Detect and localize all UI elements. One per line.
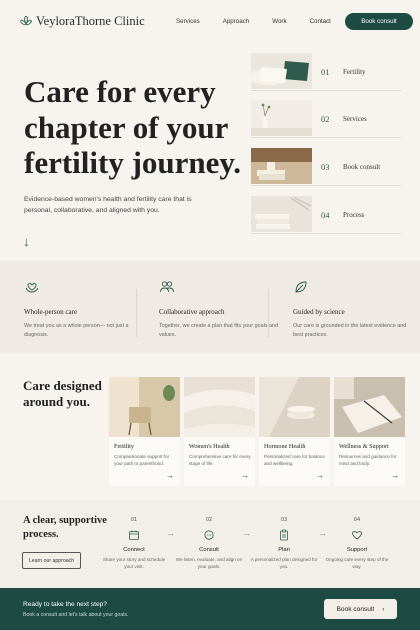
side-num: 03 (321, 162, 330, 172)
step-title: Plan (278, 547, 290, 553)
card-title: Women's Health (189, 443, 230, 450)
process-step-support: 04 Support Ongoing care every step of th… (322, 517, 392, 571)
vase-image (251, 100, 312, 136)
hero-subtitle: Evidence-based women's health and fertil… (24, 196, 192, 214)
process-step-plan: 03 Plan A personalized plan designed for… (249, 517, 319, 571)
step-title: Connect (123, 547, 145, 553)
pillows-image (251, 53, 312, 89)
side-item-book-consult[interactable]: 03 Book consult (251, 148, 401, 186)
heart-hands-icon (25, 283, 39, 293)
feature-desc: Together, we create a plan that fits you… (159, 323, 278, 338)
card-desc: Comprehensive care for every stage of li… (189, 454, 251, 467)
notebook-image (334, 377, 405, 437)
step-number: 04 (353, 517, 361, 523)
arrow-right-icon[interactable]: → (166, 471, 174, 480)
process-step-connect: 01 Connect Share your story and schedule… (99, 517, 169, 571)
step-title: Support (346, 547, 368, 553)
step-desc: A personalized plan designed for you. (250, 557, 318, 569)
footer-title: Ready to take the next step? (23, 601, 107, 608)
arrow-right-icon[interactable]: → (391, 471, 399, 480)
side-label: Process (343, 211, 365, 219)
nav-contact[interactable]: Contact (310, 18, 331, 25)
service-card-fertility[interactable]: Fertility Compassionate support for your… (109, 377, 180, 486)
nav-work[interactable]: Work (272, 18, 286, 25)
feature-desc: We treat you as a whole person— not just… (24, 323, 129, 338)
process-title: A clear, supportive process. (23, 515, 107, 540)
card-desc: Resources and guidance for mind and body… (339, 454, 397, 467)
flower-logo-icon (20, 15, 32, 25)
bowl-image (259, 377, 330, 437)
side-label: Book consult (343, 163, 381, 171)
leaf-icon (295, 281, 307, 293)
feature-title: Guided by science (293, 308, 345, 316)
service-card-wellness[interactable]: Wellness & Support Resources and guidanc… (334, 377, 405, 486)
step-number: 01 (130, 517, 138, 523)
towels-image (184, 377, 255, 437)
arrow-right-icon[interactable]: → (316, 471, 324, 480)
card-title: Wellness & Support (339, 443, 389, 450)
calendar-icon (129, 530, 139, 540)
step-desc: We listen, evaluate, and align on your g… (175, 557, 243, 569)
folded-linen-image (251, 196, 312, 232)
features-section: Whole-person care We treat you as a whol… (0, 261, 420, 353)
logo[interactable]: VeyloraThorne Clinic (20, 14, 145, 29)
process-section: A clear, supportive process. Learn our a… (0, 500, 420, 588)
feature-collaborative: Collaborative approach Together, we crea… (159, 279, 279, 339)
hero-title: Care for every chapter of your fertility… (24, 74, 241, 181)
footer-book-consult-button[interactable]: Book consult › (324, 599, 397, 619)
feature-title: Collaborative approach (159, 308, 225, 316)
step-number: 02 (205, 517, 213, 523)
service-card-hormone-health[interactable]: Hormone Health Personalized care for bal… (259, 377, 330, 486)
footer-button-label: Book consult (336, 605, 375, 613)
side-item-fertility[interactable]: 01 Fertility (251, 53, 401, 91)
logo-text: VeyloraThorne Clinic (36, 14, 145, 28)
card-desc: Personalized care for balance and wellbe… (264, 454, 325, 467)
step-desc: Ongoing care every step of the way. (325, 557, 389, 569)
learn-approach-button[interactable]: Learn our approach (22, 552, 81, 569)
step-desc: Share your story and schedule your visit… (102, 557, 166, 569)
side-item-process[interactable]: 04 Process (251, 196, 401, 234)
side-label: Fertility (343, 68, 366, 76)
service-card-womens-health[interactable]: Women's Health Comprehensive care for ev… (184, 377, 255, 486)
cta-footer: Ready to take the next step? Book a cons… (0, 588, 420, 630)
side-num: 04 (321, 210, 330, 220)
book-consult-button[interactable]: Book consult (345, 13, 413, 30)
scroll-down-arrow-icon[interactable]: ↓ (23, 234, 30, 249)
card-desc: Compassionate support for your path to p… (114, 454, 170, 467)
step-title: Consult (199, 547, 219, 553)
step-number: 03 (280, 517, 288, 523)
nav-services[interactable]: Services (176, 18, 200, 25)
side-num: 02 (321, 114, 330, 124)
side-label: Services (343, 115, 367, 123)
clipboard-icon (280, 529, 288, 541)
side-item-services[interactable]: 02 Services (251, 100, 401, 138)
arrow-right-icon[interactable]: → (241, 471, 249, 480)
feature-desc: Our care is grounded in the latest evide… (293, 323, 407, 338)
care-section-title: Care designed around you. (23, 378, 102, 410)
feature-science: Guided by science Our care is grounded i… (293, 279, 413, 339)
card-title: Fertility (114, 443, 134, 450)
process-step-consult: 02 Consult We listen, evaluate, and alig… (174, 517, 244, 571)
books-candle-image (251, 148, 312, 184)
side-num: 01 (321, 67, 330, 77)
people-icon (160, 281, 174, 293)
arrow-right-icon: › (382, 605, 385, 613)
heart-icon (352, 531, 362, 540)
footer-subtitle: Book a consult and let's talk about your… (23, 612, 129, 618)
feature-whole-person: Whole-person care We treat you as a whol… (24, 279, 144, 339)
main-nav: Services Approach Work Contact (176, 18, 354, 25)
site-header: VeyloraThorne Clinic Services Approach W… (0, 0, 420, 44)
card-title: Hormone Health (264, 443, 306, 450)
chat-bubble-icon (204, 530, 214, 540)
chair-image (109, 377, 180, 437)
feature-title: Whole-person care (24, 308, 78, 316)
nav-approach[interactable]: Approach (223, 18, 250, 25)
divider (136, 289, 137, 337)
divider (268, 289, 269, 337)
